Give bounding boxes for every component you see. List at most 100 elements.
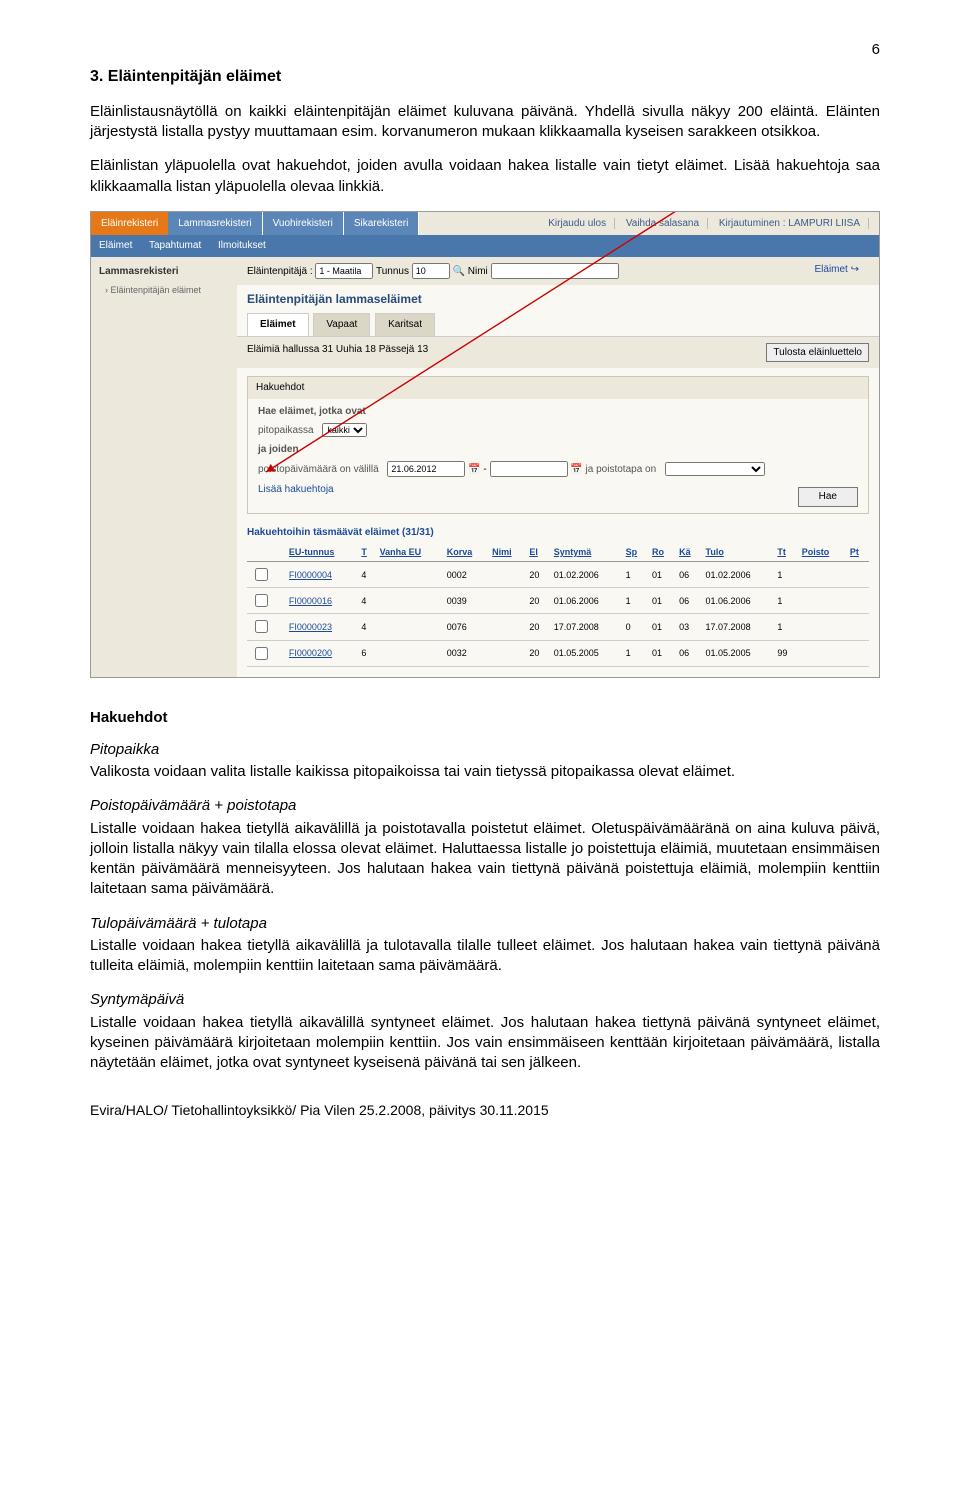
nav-tapahtumat[interactable]: Tapahtumat [149, 240, 201, 251]
cell [846, 588, 869, 614]
cell: 20 [525, 588, 549, 614]
row-checkbox[interactable] [255, 647, 268, 660]
cell: 01.02.2006 [702, 562, 774, 588]
calendar-icon[interactable]: 📅 [570, 464, 582, 475]
cell [798, 588, 846, 614]
poistopaiva-label: poistopäivämäärä on välillä [258, 464, 379, 475]
nav-elaimaat[interactable]: Eläimet [99, 240, 132, 251]
logout-link[interactable]: Kirjaudu ulos [548, 218, 615, 229]
column-header[interactable]: Sp [622, 543, 648, 562]
cell: 01.05.2005 [550, 640, 622, 666]
tulopaiva-subheading: Tulopäivämäärä + tulotapa [90, 914, 880, 934]
cell: 01.06.2006 [550, 588, 622, 614]
hae-elaimet-label: Hae eläimet, jotka ovat [258, 405, 858, 419]
poistotapa-select[interactable] [665, 462, 765, 476]
tab-sikarekisteri[interactable]: Sikarekisteri [344, 212, 419, 236]
elaimet-link[interactable]: Eläimet ↪ [814, 263, 859, 277]
cell: 06 [675, 562, 701, 588]
column-header[interactable]: T [357, 543, 375, 562]
column-header[interactable]: Kä [675, 543, 701, 562]
cell: 0032 [443, 640, 488, 666]
cell: 01 [648, 588, 675, 614]
counts-text: Eläimiä hallussa 31 Uuhia 18 Pässejä 13 [247, 344, 428, 355]
column-header[interactable]: Korva [443, 543, 488, 562]
table-row: FI0000200600322001.05.20051010601.05.200… [247, 640, 869, 666]
cell: 01 [648, 640, 675, 666]
pitopaikka-subheading: Pitopaikka [90, 740, 880, 760]
eu-tunnus-link[interactable]: FI0000200 [285, 640, 357, 666]
cell [846, 614, 869, 640]
change-password-link[interactable]: Vaihda salasana [626, 218, 708, 229]
tab-lammasrekisteri[interactable]: Lammasrekisteri [168, 212, 262, 236]
cell [488, 614, 525, 640]
table-row: FI0000004400022001.02.20061010601.02.200… [247, 562, 869, 588]
cell: 01 [648, 614, 675, 640]
cell: 1 [622, 640, 648, 666]
filter-tunnus-input[interactable] [412, 263, 450, 279]
filter-pitaja-input[interactable] [315, 263, 373, 279]
search-button[interactable]: Hae [798, 487, 858, 507]
cell: 6 [357, 640, 375, 666]
subtab-elaimat[interactable]: Eläimet [247, 313, 309, 336]
nav-ilmoitukset[interactable]: Ilmoitukset [218, 240, 266, 251]
filter-nimi-input[interactable] [491, 263, 619, 279]
cell [846, 640, 869, 666]
results-heading: Hakuehtoihin täsmäävät eläimet (31/31) [237, 522, 879, 544]
column-header[interactable]: Vanha EU [376, 543, 443, 562]
sidebar-item-elainten[interactable]: › Eläintenpitäjän eläimet [105, 284, 229, 296]
filter-label-tunnus: Tunnus [376, 266, 409, 277]
search-panel: Hakuehdot Hae eläimet, jotka ovat pitopa… [247, 376, 869, 514]
column-header[interactable]: EU-tunnus [285, 543, 357, 562]
intro-paragraph-2: Eläinlistan yläpuolella ovat hakuehdot, … [90, 156, 880, 197]
eu-tunnus-link[interactable]: FI0000016 [285, 588, 357, 614]
column-header[interactable]: Tt [773, 543, 797, 562]
tab-elainrekisteri[interactable]: Eläinrekisteri [91, 212, 168, 236]
counts-row: Eläimiä hallussa 31 Uuhia 18 Pässejä 13 … [237, 337, 879, 369]
cell: 06 [675, 588, 701, 614]
ja-joiden-label: ja joiden [258, 443, 858, 457]
subtab-vapaat[interactable]: Vapaat [313, 313, 370, 336]
filter-label-pitaja: Eläintenpitäjä : [247, 266, 313, 277]
column-header[interactable]: Ro [648, 543, 675, 562]
date-from-input[interactable] [387, 461, 465, 477]
filter-row: Eläintenpitäjä : Tunnus 🔍 Nimi Eläimet ↪ [237, 257, 879, 285]
pitopaikka-select[interactable]: kaikki [322, 423, 367, 437]
column-header[interactable]: Syntymä [550, 543, 622, 562]
column-header[interactable]: El [525, 543, 549, 562]
cell [376, 614, 443, 640]
cell: 0039 [443, 588, 488, 614]
cell: 20 [525, 562, 549, 588]
date-to-input[interactable] [490, 461, 568, 477]
table-row: FI0000016400392001.06.20061010601.06.200… [247, 588, 869, 614]
poistotapa-label: ja poistotapa on [586, 464, 657, 475]
add-conditions-link[interactable]: Lisää hakuehtoja [258, 484, 334, 495]
column-header[interactable] [247, 543, 285, 562]
cell: 0076 [443, 614, 488, 640]
eu-tunnus-link[interactable]: FI0000004 [285, 562, 357, 588]
column-header[interactable]: Tulo [702, 543, 774, 562]
tab-vuohirekisteri[interactable]: Vuohirekisteri [263, 212, 344, 236]
syntymapaiva-paragraph: Listalle voidaan hakea tietyllä aikaväli… [90, 1013, 880, 1074]
poistopaiva-paragraph: Listalle voidaan hakea tietyllä aikaväli… [90, 819, 880, 900]
cell [488, 640, 525, 666]
page-number: 6 [90, 40, 880, 60]
print-list-button[interactable]: Tulosta eläinluettelo [766, 343, 869, 363]
sub-tab-bar: Eläimet Vapaat Karitsat [237, 313, 879, 337]
cell: 4 [357, 562, 375, 588]
column-header[interactable]: Nimi [488, 543, 525, 562]
table-row: FI0000023400762017.07.20080010317.07.200… [247, 614, 869, 640]
cell [798, 640, 846, 666]
row-checkbox[interactable] [255, 620, 268, 633]
eu-tunnus-link[interactable]: FI0000023 [285, 614, 357, 640]
cell [798, 562, 846, 588]
sidebar-title: Lammasrekisteri [99, 265, 229, 279]
cell: 1 [773, 614, 797, 640]
column-header[interactable]: Poisto [798, 543, 846, 562]
search-icon[interactable]: 🔍 [453, 266, 465, 277]
column-header[interactable]: Pt [846, 543, 869, 562]
row-checkbox[interactable] [255, 568, 268, 581]
row-checkbox[interactable] [255, 594, 268, 607]
calendar-icon[interactable]: 📅 [468, 464, 480, 475]
hakuehdot-heading: Hakuehdot [90, 708, 880, 728]
subtab-karitsat[interactable]: Karitsat [375, 313, 435, 336]
